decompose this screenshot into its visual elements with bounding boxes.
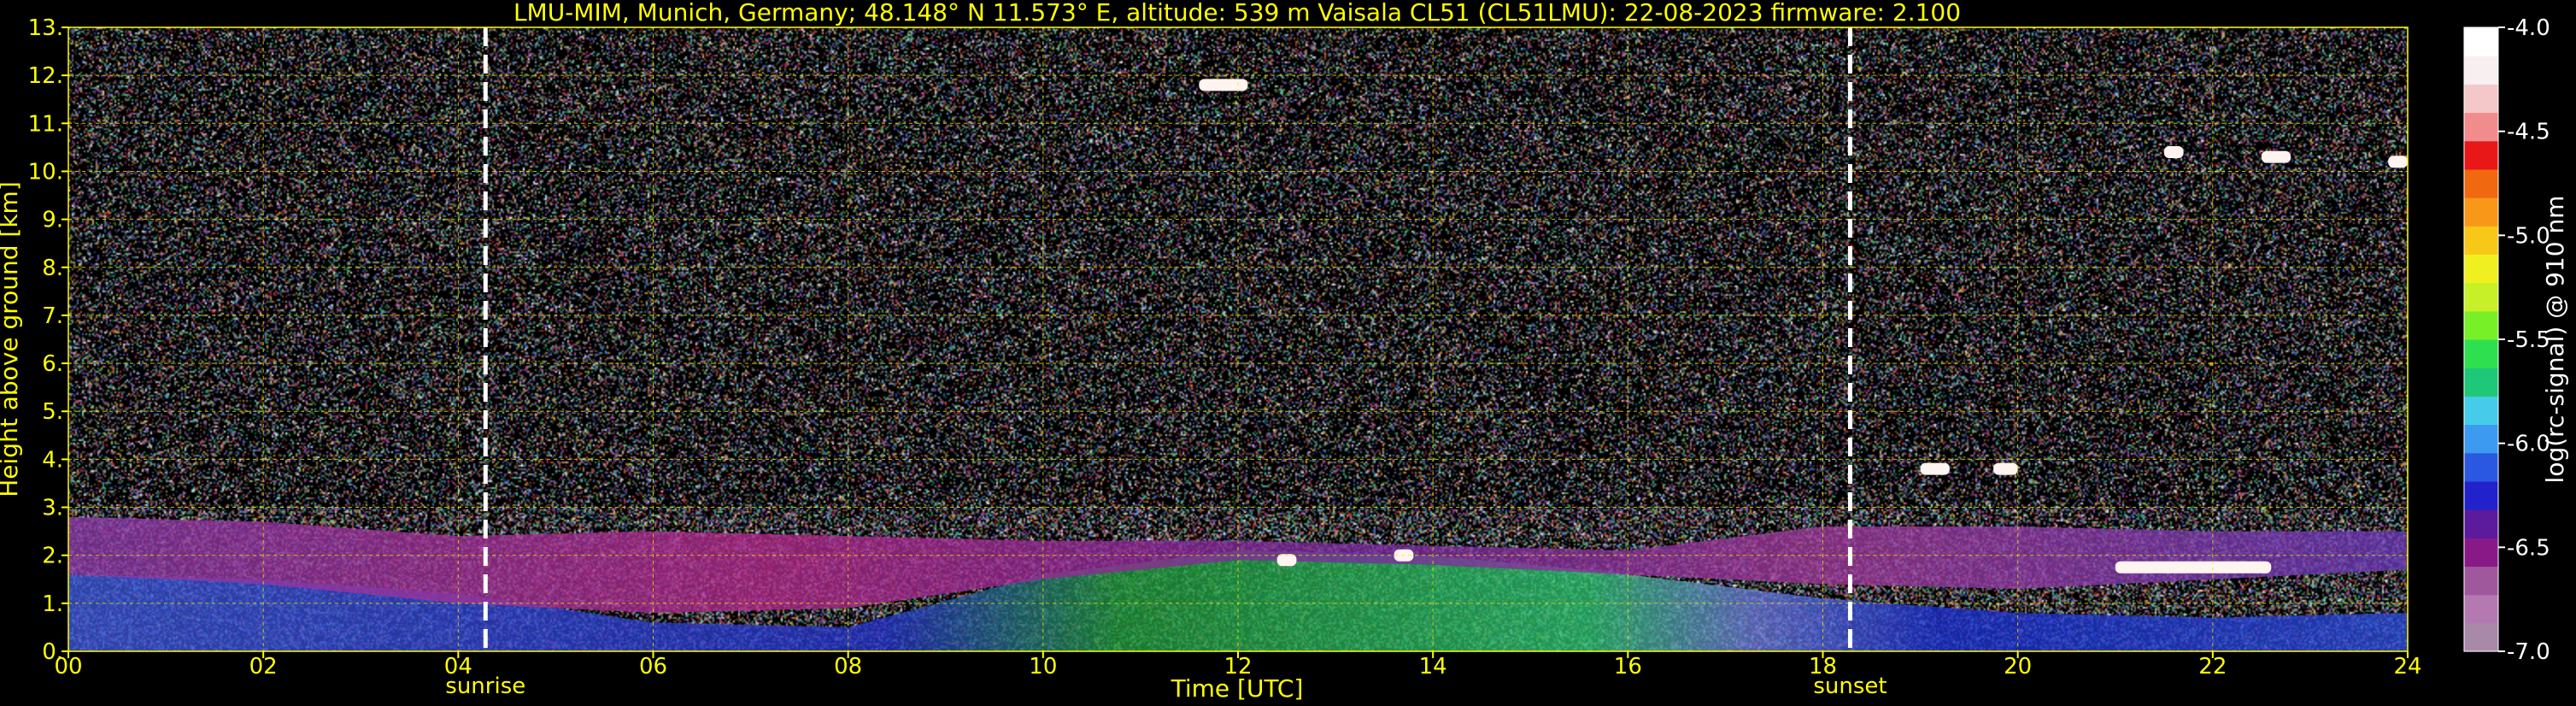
colorbar-segment (2464, 168, 2498, 198)
colorbar-segment (2464, 112, 2498, 142)
ceilometer-figure: LMU-MIM, Munich, Germany; 48.148° N 11.5… (0, 0, 2576, 706)
y-tick-label: 7. (42, 303, 63, 329)
colorbar-segment (2464, 197, 2498, 227)
y-tick-label: 11. (28, 111, 63, 137)
colorbar-segment (2464, 56, 2498, 85)
x-tick-label: 08 (834, 654, 862, 680)
colorbar-segment (2464, 368, 2498, 397)
x-tick-label: 24 (2393, 654, 2421, 680)
colorbar-segment (2464, 310, 2498, 340)
y-axis-label: Height above ground [km] (0, 181, 23, 497)
colorbar-segment (2464, 254, 2498, 284)
cloud-mark (1993, 462, 2018, 475)
y-tick-label: 5. (42, 399, 63, 425)
y-tick-label: 8. (42, 256, 63, 281)
colorbar-segment (2464, 226, 2498, 256)
colorbar-segment (2464, 339, 2498, 368)
y-tick-label: 10. (28, 159, 63, 185)
x-axis-label: Time [UTC] (1171, 674, 1304, 703)
colorbar-tick-label: -4.0 (2507, 15, 2550, 41)
y-tick-label: 9. (42, 208, 63, 233)
y-tick-label: 12. (28, 63, 63, 89)
colorbar-segment (2464, 84, 2498, 114)
colorbar-tick-label: -4.5 (2507, 120, 2550, 145)
colorbar-segment (2464, 594, 2498, 624)
cloud-mark (2388, 156, 2408, 168)
colorbar-segment (2464, 396, 2498, 426)
colorbar-segment (2464, 480, 2498, 510)
colorbar-segments (2464, 27, 2498, 652)
colorbar-segment (2464, 622, 2498, 652)
x-tick-label: 02 (249, 654, 278, 680)
colorbar-tick-label: -6.5 (2507, 535, 2550, 561)
colorbar-segment (2464, 140, 2498, 170)
chart-title: LMU-MIM, Munich, Germany; 48.148° N 11.5… (513, 0, 1961, 26)
colorbar-tick-label: -7.0 (2507, 639, 2550, 665)
cloud-mark (1276, 554, 1297, 567)
y-tick-label: 6. (42, 351, 63, 377)
cloud-mark (1199, 79, 1248, 91)
colorbar-segment (2464, 452, 2498, 482)
y-tick-label: 1. (42, 591, 63, 617)
y-tick-label: 3. (42, 496, 63, 521)
plot-area: sunrise sunset (67, 26, 2409, 699)
x-tick-label: 14 (1419, 654, 1447, 680)
cloud-mark (2261, 150, 2291, 163)
y-tick-label: 2. (42, 544, 63, 569)
colorbar-segment (2464, 538, 2498, 568)
y-tick-label: 4. (42, 447, 63, 473)
x-tick-label: 10 (1029, 654, 1057, 680)
colorbar-segment (2464, 424, 2498, 454)
x-tick-label: 16 (1614, 654, 1642, 680)
x-tick-label: 20 (2004, 654, 2032, 680)
x-tick-label: 04 (444, 654, 472, 680)
y-tick-label: 13. (28, 15, 63, 41)
colorbar-label: log(rc-signal) @ 910 nm (2541, 196, 2569, 484)
x-tick-label: 06 (639, 654, 667, 680)
cloud-mark (1920, 462, 1950, 475)
colorbar-segment (2464, 566, 2498, 596)
x-tick-label: 22 (2198, 654, 2227, 680)
cloud-mark (2115, 561, 2272, 574)
colorbar-segment (2464, 509, 2498, 538)
x-tick-label: 18 (1809, 654, 1837, 680)
y-tick-label: 0. (42, 639, 63, 665)
colorbar-segment (2464, 282, 2498, 312)
colorbar-segment (2464, 27, 2498, 56)
cloud-mark (2163, 146, 2184, 158)
